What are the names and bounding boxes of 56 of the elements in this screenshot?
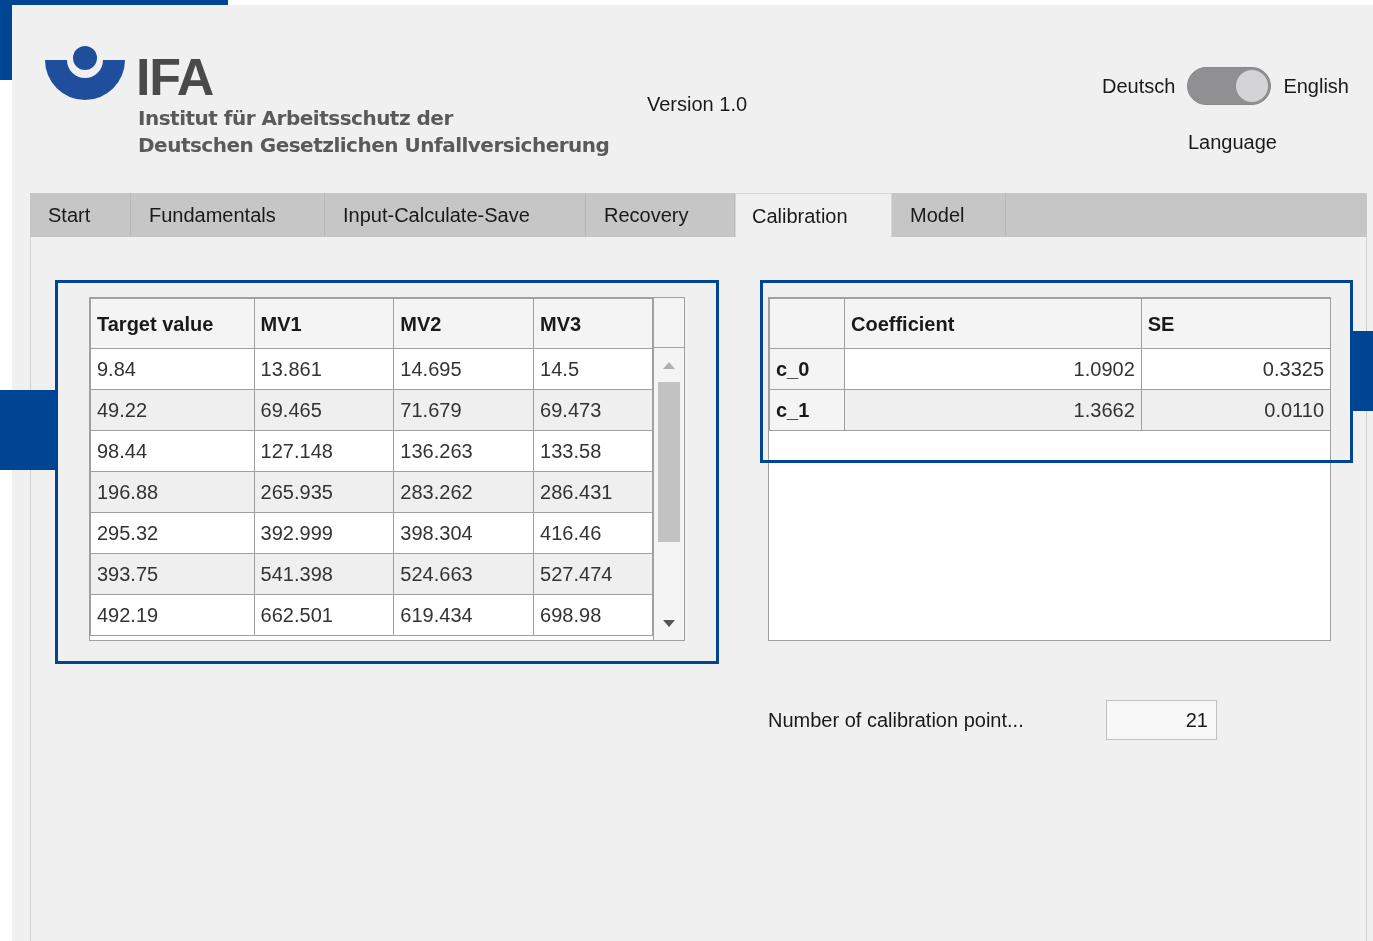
version-label: Version 1.0 [647, 92, 748, 117]
institute-name-line: Institut für Arbeitsschutz der [138, 105, 455, 132]
table-cell: 662.501 [254, 594, 394, 636]
table-cell: 13.861 [254, 348, 394, 390]
row-header: c_1 [769, 389, 845, 431]
table-cell: 524.663 [393, 553, 534, 595]
table-cell: 527.474 [533, 553, 653, 595]
table-cell: 0.3325 [1141, 348, 1331, 390]
table-cell: 196.88 [90, 471, 255, 513]
institute-name-line: Deutschen Gesetzlichen Unfallversicherung [138, 132, 610, 159]
table-cell: 0.0110 [1141, 389, 1331, 431]
table-cell: 295.32 [90, 512, 255, 554]
language-caption: Language [1188, 130, 1277, 155]
column-header: SE [1141, 298, 1331, 349]
table-cell: 398.304 [393, 512, 534, 554]
table-cell: 69.465 [254, 389, 394, 431]
table-cell: 392.999 [254, 512, 394, 554]
table-cell: 133.58 [533, 430, 653, 472]
table-cell: 98.44 [90, 430, 255, 472]
table-cell: 14.5 [533, 348, 653, 390]
toggle-knob[interactable] [1236, 70, 1269, 102]
table-cell: 14.695 [393, 348, 534, 390]
table-cell: 393.75 [90, 553, 255, 595]
table-cell: 136.263 [393, 430, 534, 472]
table-cell: 283.262 [393, 471, 534, 513]
column-header: MV1 [254, 298, 394, 349]
table-cell: 1.3662 [844, 389, 1142, 431]
scroll-thumb[interactable] [658, 382, 680, 542]
column-header: Coefficient [844, 298, 1142, 349]
table-cell: 9.84 [90, 348, 255, 390]
logo-icon [45, 45, 125, 101]
table-cell: 286.431 [533, 471, 653, 513]
table-cell: 127.148 [254, 430, 394, 472]
language-option-label: English [1283, 74, 1349, 99]
tab[interactable]: Calibration [735, 193, 892, 237]
number-field[interactable]: 21 [1106, 700, 1217, 740]
table-cell: 69.473 [533, 389, 653, 431]
table-cell: 1.0902 [844, 348, 1142, 390]
table-cell: 698.98 [533, 594, 653, 636]
table-cell: 71.679 [393, 389, 534, 431]
scroll-up-icon[interactable] [663, 362, 675, 369]
table-cell: 619.434 [393, 594, 534, 636]
table-cell: 541.398 [254, 553, 394, 595]
column-header: MV2 [393, 298, 534, 349]
logo-text: IFA [136, 51, 213, 103]
column-header: Target value [90, 298, 255, 349]
table-cell: 492.19 [90, 594, 255, 636]
field-label: Number of calibration point... [768, 708, 1025, 733]
column-header: MV3 [533, 298, 653, 349]
table-cell: 49.22 [90, 389, 255, 431]
table-cell: 416.46 [533, 512, 653, 554]
row-header: c_0 [769, 348, 845, 390]
language-toggle[interactable] [1187, 67, 1272, 105]
scroll-down-icon[interactable] [663, 620, 675, 627]
language-option-label: Deutsch [1102, 74, 1176, 99]
table-cell: 265.935 [254, 471, 394, 513]
